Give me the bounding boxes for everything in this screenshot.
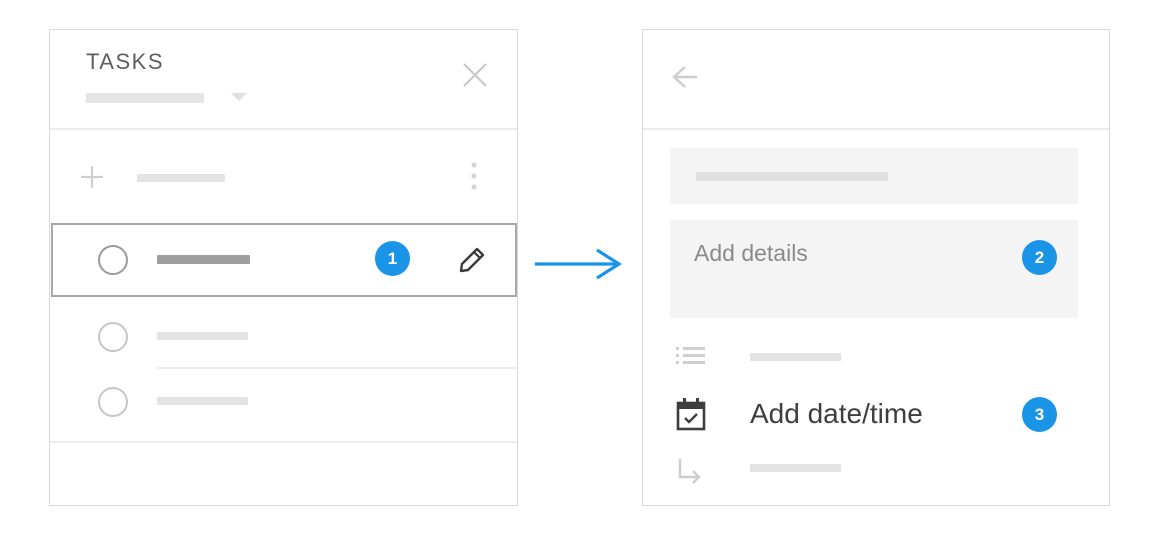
subdirectory-arrow-icon[interactable] [677,457,703,485]
more-vert-icon[interactable] [471,161,477,191]
subtask-placeholder[interactable] [750,464,841,472]
callout-badge-2: 2 [1022,240,1057,275]
list-name-placeholder[interactable] [750,353,841,361]
row-divider [157,367,517,369]
add-date-time-label[interactable]: Add date/time [750,398,923,430]
tasks-panel: TASKS 1 [49,29,518,506]
callout-badge-1: 1 [375,241,410,276]
task-list-selector[interactable] [86,93,204,103]
list-icon[interactable] [675,346,707,366]
header-divider [643,128,1109,130]
list-divider [50,441,517,443]
task-detail-panel: Add details 2 Add date/time 3 [642,29,1110,506]
details-field[interactable]: Add details [670,220,1078,318]
tasks-title: TASKS [86,49,165,74]
task-title-placeholder [157,255,250,264]
plus-icon[interactable] [80,165,104,189]
task-title-placeholder[interactable] [157,332,248,340]
task-checkbox[interactable] [98,245,128,275]
title-placeholder [696,172,888,181]
calendar-check-icon[interactable] [676,397,706,431]
callout-badge-3: 3 [1022,397,1057,432]
task-checkbox[interactable] [98,322,128,352]
pencil-icon[interactable] [453,243,489,279]
selected-task-row[interactable]: 1 [51,223,517,297]
chevron-down-icon[interactable] [230,92,248,102]
task-checkbox[interactable] [98,387,128,417]
add-task-placeholder[interactable] [137,174,225,182]
header-divider [50,128,517,130]
title-field[interactable] [670,148,1078,204]
close-icon[interactable] [462,62,488,88]
task-title-placeholder[interactable] [157,397,248,405]
arrow-back-icon[interactable] [671,64,699,90]
flow-arrow-icon [533,248,623,288]
details-placeholder: Add details [694,240,808,266]
